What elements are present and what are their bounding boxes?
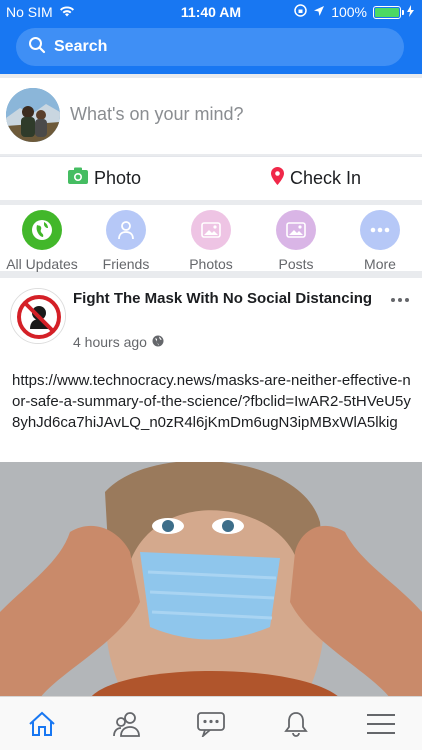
battery-fill [375,7,399,17]
post-photo[interactable] [0,460,422,698]
search-label: Search [54,38,108,55]
globe-icon [22,210,62,250]
post-options-icon[interactable] [390,290,410,308]
photo-icon [191,210,231,250]
check-in-label: Check In [290,168,362,188]
filter-label: More [364,256,396,272]
battery-percent: 100% [331,4,367,20]
filter-all-updates[interactable]: All Updates [0,210,84,272]
filter-more[interactable]: More [338,210,422,272]
search-icon [28,36,46,59]
feed-post: Fight The Mask With No Social Distancing… [0,278,422,698]
composer: What's on your mind? [0,78,422,154]
image-icon [276,210,316,250]
post-time: 4 hours ago [73,334,147,350]
status-bar: No SIM 11:40 AM 100% [0,0,422,24]
tab-bar [0,696,422,750]
filter-label: Photos [189,256,233,272]
location-icon [313,4,325,20]
orientation-lock-icon [294,4,307,20]
composer-prompt[interactable]: What's on your mind? [70,104,244,125]
post-meta: 4 hours ago [73,334,164,350]
person-icon [106,210,146,250]
status-right: 100% [294,4,414,20]
notifications-icon[interactable] [281,709,311,739]
battery-icon [373,5,404,19]
action-row: Photo Check In [0,156,422,200]
filter-label: Posts [278,256,314,272]
camera-icon [68,167,88,189]
home-icon[interactable] [27,709,57,739]
filter-photos[interactable]: Photos [169,210,253,272]
page-avatar[interactable] [10,288,66,344]
filter-label: Friends [102,256,150,272]
more-icon [360,210,400,250]
filter-label: All Updates [6,256,78,272]
photo-label: Photo [94,167,142,188]
filter-friends[interactable]: Friends [84,210,168,272]
messages-icon[interactable] [196,709,226,739]
post-title[interactable]: Fight The Mask With No Social Distancing [73,289,373,308]
user-avatar[interactable] [6,88,60,142]
photo-button[interactable]: Photo [68,167,141,189]
search-bar[interactable]: Search [16,28,404,66]
header: Search [0,24,422,74]
friends-icon[interactable] [112,709,142,739]
menu-icon[interactable] [366,709,396,739]
filter-row: All Updates Friends Photos Posts More [0,205,422,272]
public-globe-icon [152,334,164,350]
location-pin-icon [271,167,284,190]
filter-posts[interactable]: Posts [254,210,338,272]
charging-icon [407,4,414,20]
post-text[interactable]: https://www.technocracy.news/masks-are-n… [12,370,412,433]
check-in-button[interactable]: Check In [271,167,361,190]
